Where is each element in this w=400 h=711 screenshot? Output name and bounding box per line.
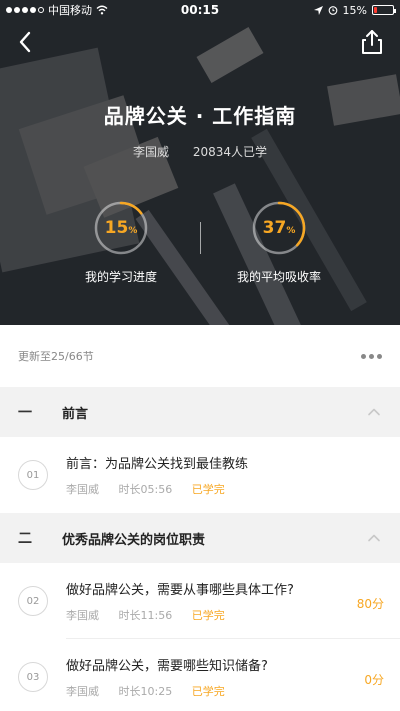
absorption-value: 37	[262, 218, 287, 238]
chevron-up-icon[interactable]	[366, 404, 382, 420]
course-learners: 20834人已学	[192, 145, 268, 159]
progress-value: 15	[104, 218, 129, 238]
progress-ring: 15%	[93, 200, 149, 256]
course-title: 品牌公关 · 工作指南	[103, 104, 297, 128]
lesson-status: 已学完	[191, 609, 225, 622]
absorption-label: 我的平均吸收率	[236, 270, 321, 284]
section-title: 前言	[62, 406, 89, 422]
section-header-2[interactable]: 二 优秀品牌公关的岗位职责	[0, 513, 400, 563]
lesson-status: 已学完	[191, 685, 225, 698]
learning-progress-stat: 15% 我的学习进度	[46, 200, 196, 285]
lesson-title: 做好品牌公关，需要从事哪些具体工作?	[66, 583, 294, 598]
lesson-number: 03	[18, 662, 48, 692]
lesson-title: 做好品牌公关，需要哪些知识储备?	[66, 659, 268, 674]
more-horizontal-icon[interactable]	[361, 353, 382, 359]
lesson-item[interactable]: 03 做好品牌公关，需要哪些知识储备? 李国威 时长10:25 已学完 0分	[0, 639, 400, 711]
battery-icon	[372, 5, 396, 15]
section-header-1[interactable]: 一 前言	[0, 387, 400, 437]
lesson-duration: 时长10:25	[118, 685, 173, 698]
chevron-up-icon[interactable]	[366, 530, 382, 546]
course-detail-screen: 中国移动 00:15 15% 品牌公关 · 工作指南 李国威 20834人已学 …	[0, 0, 400, 711]
lesson-item[interactable]: 02 做好品牌公关，需要从事哪些具体工作? 李国威 时长11:56 已学完 80…	[0, 563, 400, 639]
section-title: 优秀品牌公关的岗位职责	[62, 532, 206, 548]
lesson-number: 02	[18, 586, 48, 616]
lesson-duration: 时长05:56	[118, 483, 173, 496]
lesson-list: 更新至25/66节 一 前言 01 前言：为品牌公关找到最佳教练 李国威 时长0…	[0, 325, 400, 711]
section-number: 二	[18, 531, 32, 547]
lesson-author: 李国威	[66, 483, 99, 496]
alarm-icon	[328, 6, 337, 15]
lesson-score: 80分	[356, 597, 384, 611]
progress-label: 我的学习进度	[84, 270, 157, 284]
lesson-duration: 时长11:56	[118, 609, 173, 622]
lesson-status: 已学完	[191, 483, 225, 496]
absorption-unit: %	[286, 225, 296, 236]
back-button[interactable]	[12, 28, 40, 56]
course-author: 李国威	[132, 145, 169, 159]
share-button[interactable]	[358, 28, 386, 56]
update-row: 更新至25/66节	[0, 325, 400, 387]
stats-divider	[200, 222, 201, 254]
lesson-number: 01	[18, 460, 48, 490]
lesson-title: 前言：为品牌公关找到最佳教练	[66, 457, 249, 472]
location-arrow-icon	[313, 5, 323, 15]
battery-percent: 15%	[342, 3, 367, 17]
lesson-item[interactable]: 01 前言：为品牌公关找到最佳教练 李国威 时长05:56 已学完	[0, 437, 400, 513]
course-meta: 李国威 20834人已学	[0, 143, 400, 160]
section-number: 一	[18, 405, 32, 421]
progress-unit: %	[128, 225, 138, 236]
status-bar: 中国移动 00:15 15%	[0, 0, 400, 20]
lesson-author: 李国威	[66, 609, 99, 622]
lesson-score: 0分	[364, 673, 384, 687]
update-status: 更新至25/66节	[18, 350, 94, 363]
lesson-author: 李国威	[66, 685, 99, 698]
absorption-ring: 37%	[251, 200, 307, 256]
course-hero: 中国移动 00:15 15% 品牌公关 · 工作指南 李国威 20834人已学 …	[0, 0, 400, 325]
absorption-rate-stat: 37% 我的平均吸收率	[204, 200, 354, 285]
